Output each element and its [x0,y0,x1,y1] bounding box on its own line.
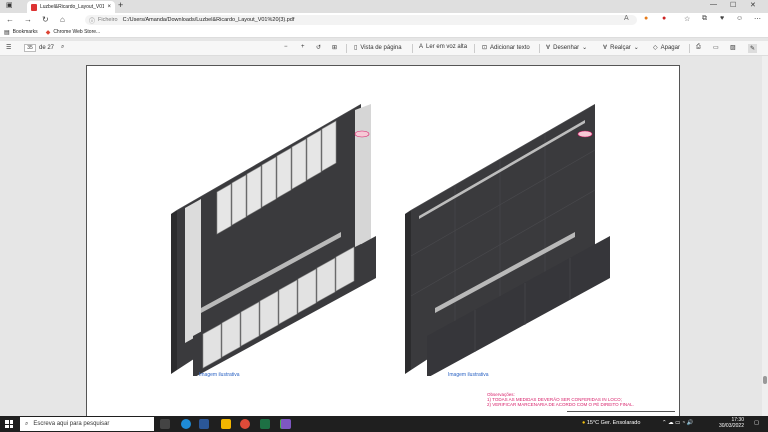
close-window-icon[interactable]: ✕ [750,1,756,9]
outlook-icon[interactable] [199,419,209,429]
page-indicator: 35 de 27 [24,44,54,52]
eraser-icon: ◇ [653,45,658,51]
taskbar-search[interactable]: ⌕ Escreva aqui para pesquisar [20,417,154,431]
image-caption-left: Imagem ilustrativa [199,372,240,378]
chevron-down-icon[interactable]: ⌄ [634,44,639,51]
divider [567,411,675,412]
notes-block: Observações: 1) TODAS AS MEDIDAS DEVERÃO… [487,392,634,407]
fit-page-icon[interactable]: ⊞ [332,44,337,51]
reload-icon[interactable]: ↻ [42,15,49,24]
back-icon[interactable]: ← [6,15,14,24]
app-icon-2[interactable] [281,419,291,429]
erase-button[interactable]: ◇ Apagar [653,44,680,52]
add-text-icon: ⊡ [482,45,488,51]
zoom-in-icon[interactable]: + [301,44,305,50]
scroll-thumb[interactable] [763,376,767,384]
add-text-label: Adicionar texto [490,44,530,51]
print-icon[interactable]: ⎙ [696,44,701,51]
collections-icon[interactable]: ⧉ [702,15,707,23]
page-view-button[interactable]: ▯ Vista de página [354,44,402,52]
chevron-down-icon[interactable]: ⌄ [582,44,587,51]
find-icon[interactable]: ⌕ [61,44,64,51]
start-button[interactable] [5,420,13,428]
bookmark-item[interactable]: ◆ Chrome Web Store... [46,29,101,36]
bookmark-icon: ▤ [4,29,10,36]
bookmark-label: Bookmarks [12,29,38,35]
draw-icon: ∀ [546,45,551,51]
read-aloud-label: Ler em voz alta [426,44,468,50]
pdf-file-icon [31,3,37,11]
task-view-icon[interactable] [160,419,170,429]
tray-icons[interactable]: ⌃ ☁ ▭ ◔ 🔊 [662,420,694,426]
highlight-label: Realçar [610,44,631,51]
bookmarks-bar: ▤ Bookmarks ◆ Chrome Web Store... [0,27,768,38]
render-with-slats [171,104,376,376]
render-dark-panel [405,104,610,376]
tab-strip: ▣ Luzbel&Ricardo_Layout_V01 (3)... × + —… [0,0,768,13]
weather-text: 15°C Ger. Ensolarado [586,420,641,426]
home-icon[interactable]: ⌂ [60,15,65,24]
pdf-page: Imagem ilustrativa Imagem ilustrativa Ob… [86,65,680,425]
pdf-toolbar: ☰ 35 de 27 ⌕ − + ↺ ⊞ ▯ Vista de página A… [0,41,768,56]
contents-icon[interactable]: ☰ [6,44,11,51]
bookmark-item[interactable]: ▤ Bookmarks [4,29,38,36]
chrome-store-icon: ◆ [45,29,51,36]
edge-icon[interactable] [181,419,191,429]
search-icon: ⌕ [25,420,29,427]
draw-button[interactable]: ∀ Desenhar ⌄ [546,44,587,52]
search-placeholder: Escreva aqui para pesquisar [33,421,110,427]
profile-icon[interactable]: ☺ [736,15,743,22]
new-tab-button[interactable]: + [118,0,123,10]
save-as-icon[interactable]: ▨ [730,44,736,51]
read-aloud-button[interactable]: A Ler em voz alta [419,44,467,50]
read-mode-icon[interactable]: A [624,15,629,22]
note-item: 2) VERIFICAR MARCENARIA DE ACORDO COM O … [487,402,634,407]
zoom-out-icon[interactable]: − [284,44,288,50]
rotate-icon[interactable]: ↺ [316,44,321,51]
add-text-button[interactable]: ⊡ Adicionar texto [482,44,530,52]
page-total: de 27 [39,45,55,51]
extension-icon[interactable]: ● [644,15,648,22]
pin-icon[interactable]: ✎ [748,44,758,53]
url-scheme-label: Ficheiro [98,17,118,23]
extension-red-icon[interactable]: ● [662,15,666,22]
page-number-input[interactable]: 35 [24,44,36,52]
page-view-label: Vista de página [360,44,402,51]
highlight-icon: ∀ [603,45,608,51]
notification-icon[interactable]: ▢ [754,420,759,426]
read-aloud-icon: A [419,44,424,50]
chrome-icon[interactable] [240,419,250,429]
clock-date: 30/03/2022 [718,423,744,429]
sync-icon[interactable]: ♥ [720,15,724,22]
close-tab-icon[interactable]: × [107,4,111,10]
explorer-icon[interactable] [221,419,231,429]
window-menu-icon[interactable]: ▣ [6,1,13,9]
image-caption-right: Imagem ilustrativa [448,372,489,378]
draw-label: Desenhar [553,44,580,51]
taskbar: ⌕ Escreva aqui para pesquisar ● 15°C Ger… [0,416,768,432]
erase-label: Apagar [660,44,680,51]
clock[interactable]: 17:30 30/03/2022 [719,417,744,429]
maximize-icon[interactable]: ☐ [730,1,736,9]
tab-title: Luzbel&Ricardo_Layout_V01 (3)... [40,4,105,10]
scrollbar[interactable] [762,56,768,416]
url-field[interactable]: ⓘ Ficheiro C:/Users/Amanda/Downloads/Luz… [85,15,637,25]
more-menu-icon[interactable]: ⋯ [754,15,761,23]
pdf-viewport[interactable]: Imagem ilustrativa Imagem ilustrativa Ob… [0,56,768,425]
info-icon: ⓘ [89,18,96,25]
address-bar: ← → ↻ ⌂ ⓘ Ficheiro C:/Users/Amanda/Downl… [0,13,768,27]
save-icon[interactable]: ▭ [713,44,719,51]
forward-icon[interactable]: → [24,15,32,24]
minimize-icon[interactable]: — [710,1,717,8]
page-view-icon: ▯ [354,45,358,51]
highlight-button[interactable]: ∀ Realçar ⌄ [603,44,639,52]
bookmark-label: Chrome Web Store... [53,29,101,35]
weather-widget[interactable]: ● 15°C Ger. Ensolarado [582,420,640,426]
sun-icon: ● [582,420,586,426]
excel-icon[interactable] [260,419,270,429]
favorites-icon[interactable]: ☆ [684,15,690,23]
tab-pdf[interactable]: Luzbel&Ricardo_Layout_V01 (3)... × [27,1,115,13]
url-text: C:/Users/Amanda/Downloads/Luzbel&Ricardo… [122,17,295,23]
